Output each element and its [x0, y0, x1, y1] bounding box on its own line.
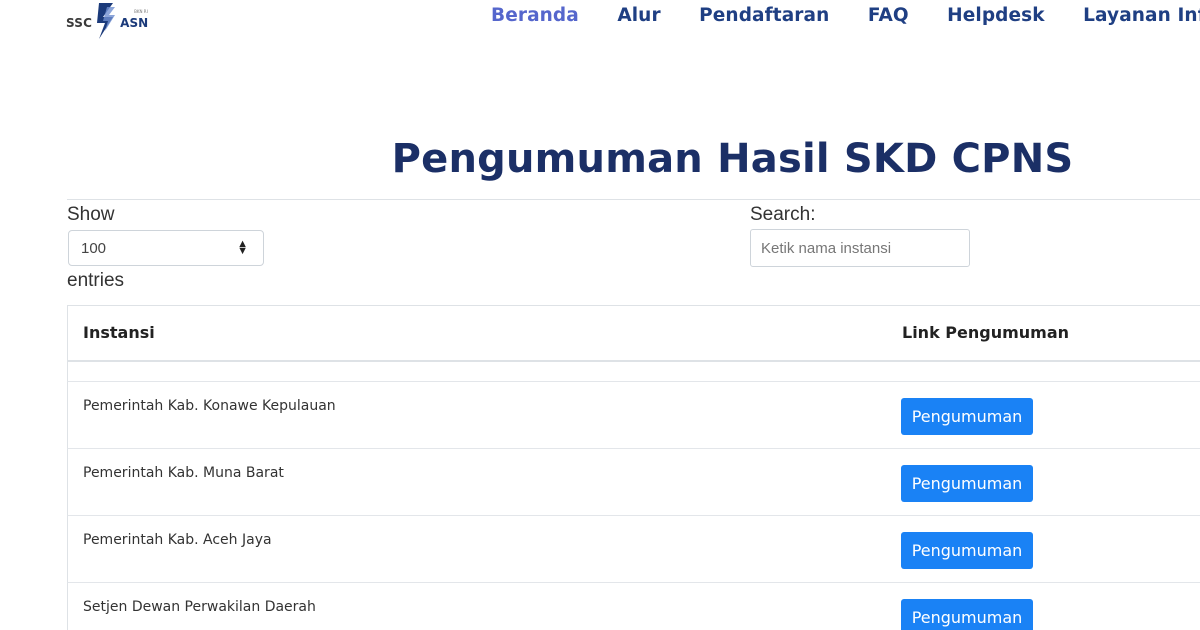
column-header-instansi[interactable]: Instansi [83, 323, 155, 342]
table-row: Pemerintah Kab. Konawe Kepulauan Pengumu… [67, 382, 1200, 449]
nav-link-pendaftaran[interactable]: Pendaftaran [699, 5, 829, 26]
table-row: Pemerintah Kab. Muna Barat Pengumuman [67, 449, 1200, 516]
navbar: SSC BKN RI ASN Beranda Alur Pendaftaran … [0, 0, 1200, 40]
entries-length-select[interactable]: 100 ▲ ▼ [68, 230, 264, 266]
nav-link-faq[interactable]: FAQ [868, 5, 909, 26]
nav-link-alur[interactable]: Alur [617, 5, 660, 26]
search-label: Search: [750, 204, 816, 225]
instansi-cell: Pemerintah Kab. Muna Barat [83, 465, 284, 481]
search-input[interactable] [750, 229, 970, 267]
instansi-cell: Setjen Dewan Perwakilan Daerah [83, 599, 316, 615]
pengumuman-button[interactable]: Pengumuman [901, 599, 1033, 630]
site-logo[interactable]: SSC BKN RI ASN [66, 0, 158, 42]
show-label: Show [67, 204, 115, 225]
nav-link-helpdesk[interactable]: Helpdesk [947, 5, 1045, 26]
ssc-asn-logo-icon [97, 3, 116, 39]
title-divider [67, 199, 1200, 200]
pengumuman-button[interactable]: Pengumuman [901, 465, 1033, 502]
table-spacer-row [67, 362, 1200, 382]
page-title: Pengumuman Hasil SKD CPNS [391, 136, 1074, 182]
page: SSC BKN RI ASN Beranda Alur Pendaftaran … [0, 0, 1200, 630]
logo-text-right: BKN RI ASN [120, 9, 149, 30]
logo-tiny-text: BKN RI [134, 9, 148, 14]
updown-icon: ▲ ▼ [237, 238, 248, 257]
logo-text-right-label: ASN [120, 16, 149, 30]
pengumuman-button[interactable]: Pengumuman [901, 532, 1033, 569]
table-header: Instansi Link Pengumuman [67, 305, 1200, 362]
table-row: Setjen Dewan Perwakilan Daerah Pengumuma… [67, 583, 1200, 630]
table-body: Pemerintah Kab. Konawe Kepulauan Pengumu… [67, 382, 1200, 630]
entries-label: entries [67, 270, 125, 291]
table-row: Pemerintah Kab. Aceh Jaya Pengumuman [67, 516, 1200, 583]
instansi-cell: Pemerintah Kab. Konawe Kepulauan [83, 398, 336, 414]
nav-link-beranda[interactable]: Beranda [491, 5, 579, 26]
nav-link-layanan-informasi[interactable]: Layanan Infor [1083, 5, 1200, 26]
announcement-table: Instansi Link Pengumuman Pemerintah Kab.… [67, 305, 1200, 630]
logo-text-left: SSC [66, 16, 93, 30]
entries-length-value: 100 [81, 239, 107, 257]
nav-links: Beranda Alur Pendaftaran FAQ Helpdesk La… [491, 5, 1200, 26]
column-header-link[interactable]: Link Pengumuman [902, 323, 1069, 342]
pengumuman-button[interactable]: Pengumuman [901, 398, 1033, 435]
instansi-cell: Pemerintah Kab. Aceh Jaya [83, 532, 272, 548]
